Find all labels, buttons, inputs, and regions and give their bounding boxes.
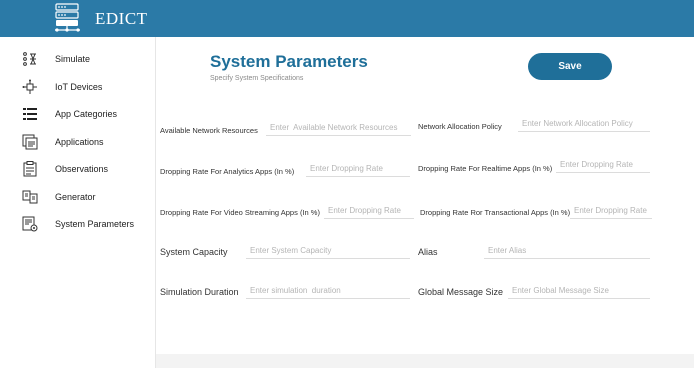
dropping-rate-video-input[interactable]: [324, 203, 414, 219]
list-icon: [23, 108, 37, 120]
alias-input[interactable]: [484, 243, 650, 259]
applications-icon: [22, 134, 38, 150]
page-subtitle: Specify System Specifications: [210, 75, 304, 82]
settings-doc-icon: [22, 216, 38, 232]
top-bar: EDICT: [0, 0, 694, 37]
iot-devices-icon: [22, 79, 37, 94]
network-allocation-policy-input[interactable]: [518, 116, 650, 132]
sidebar-item-label: Observations: [55, 164, 109, 174]
footer-strip: [156, 354, 694, 368]
save-button[interactable]: Save: [528, 53, 612, 80]
app-title: EDICT: [95, 9, 148, 28]
alias-label: Alias: [418, 247, 438, 257]
sidebar-item-label: Simulate: [55, 54, 91, 64]
dropping-rate-transactional-input[interactable]: [570, 203, 652, 219]
dropping-rate-realtime-input[interactable]: [556, 157, 650, 173]
simulation-duration-label: Simulation Duration: [160, 287, 239, 297]
sidebar-item-applications[interactable]: Applications: [22, 132, 104, 152]
server-network-logo-icon: [55, 3, 80, 32]
sidebar-item-observations[interactable]: Observations: [22, 159, 108, 179]
sidebar-item-iot-devices[interactable]: IoT Devices: [22, 77, 102, 97]
sidebar-item-generator[interactable]: Generator: [22, 187, 96, 207]
global-message-size-input[interactable]: [508, 283, 650, 299]
dropping-rate-video-label: Dropping Rate For Video Streaming Apps (…: [160, 208, 320, 217]
simulation-duration-input[interactable]: [246, 283, 410, 299]
available-network-resources-label: Available Network Resources: [160, 126, 258, 135]
generator-icon: [22, 190, 38, 204]
sidebar: Simulate IoT Devices App Categories Appl…: [0, 37, 156, 368]
system-capacity-input[interactable]: [246, 243, 410, 259]
dropping-rate-analytics-label: Dropping Rate For Analytics Apps (In %): [160, 167, 295, 176]
sidebar-item-label: App Categories: [55, 109, 118, 119]
page-title: System Parameters: [210, 52, 368, 71]
sidebar-item-label: System Parameters: [55, 219, 135, 229]
sidebar-item-system-parameters[interactable]: System Parameters: [22, 214, 134, 234]
sidebar-item-label: IoT Devices: [55, 82, 103, 92]
system-capacity-label: System Capacity: [160, 247, 228, 257]
main-panel: System Parameters Specify System Specifi…: [156, 37, 694, 368]
global-message-size-label: Global Message Size: [418, 287, 504, 297]
sidebar-item-label: Generator: [55, 192, 96, 202]
available-network-resources-input[interactable]: [266, 120, 411, 136]
network-allocation-policy-label: Network Allocation Policy: [418, 122, 502, 131]
sidebar-item-label: Applications: [55, 137, 104, 147]
sidebar-item-simulate[interactable]: Simulate: [22, 49, 90, 69]
simulate-icon: [23, 52, 36, 66]
dropping-rate-analytics-input[interactable]: [306, 161, 410, 177]
dropping-rate-realtime-label: Dropping Rate For Realtime Apps (In %): [418, 164, 553, 173]
sidebar-item-app-categories[interactable]: App Categories: [22, 104, 117, 124]
clipboard-icon: [23, 161, 37, 177]
dropping-rate-transactional-label: Dropping Rate Ror Transactional Apps (In…: [420, 208, 571, 217]
